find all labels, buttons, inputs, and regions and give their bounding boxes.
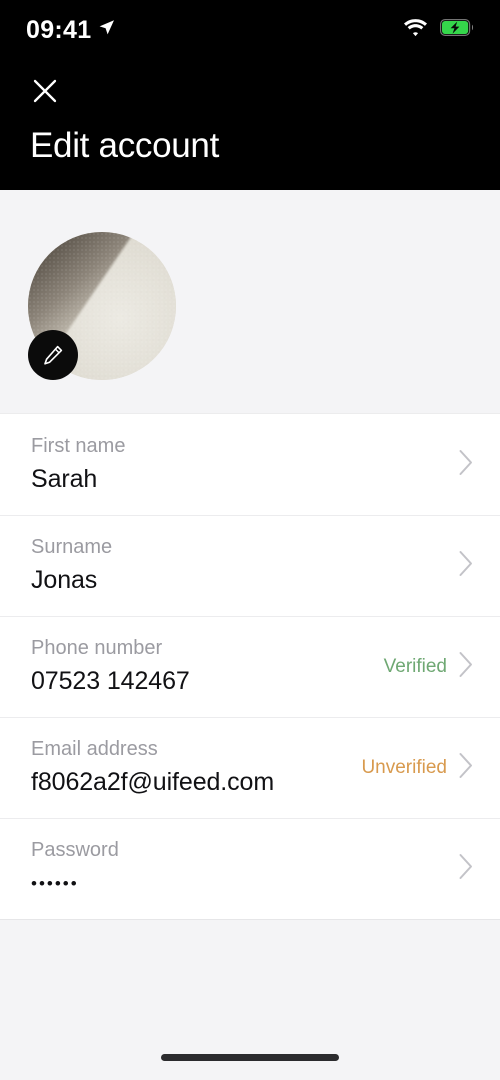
close-button[interactable] [28, 74, 62, 108]
field-row-surname[interactable]: Surname Jonas [0, 515, 500, 616]
field-row-password[interactable]: Password •••••• [0, 818, 500, 919]
account-fields-card: First name Sarah Surname Jonas Phone num… [0, 413, 500, 920]
chevron-right-icon[interactable] [458, 853, 474, 885]
status-bar-left: 09:41 [26, 16, 115, 45]
field-accessory [458, 853, 474, 885]
field-label: First name [31, 435, 126, 457]
field-label: Password [31, 839, 119, 861]
field-value-masked: •••••• [31, 874, 79, 893]
profile-section [0, 190, 500, 413]
field-accessory [458, 550, 474, 582]
status-badge-unverified: Unverified [361, 756, 447, 778]
field-row-email-address[interactable]: Email address f8062a2f@uifeed.com Unveri… [0, 717, 500, 818]
page-title: Edit account [30, 126, 220, 165]
field-text: Password •••••• [31, 839, 119, 898]
status-bar: 09:41 [0, 0, 500, 60]
chevron-right-icon[interactable] [458, 752, 474, 784]
field-text: Phone number 07523 142467 [31, 637, 190, 696]
field-accessory: Verified [384, 651, 474, 683]
close-icon [33, 79, 57, 103]
avatar-edit-button[interactable] [28, 330, 78, 380]
header: 09:41 Edit account [0, 0, 500, 190]
wifi-icon [403, 18, 428, 42]
field-label: Phone number [31, 637, 163, 659]
chevron-right-icon[interactable] [458, 651, 474, 683]
pencil-icon [44, 345, 63, 365]
avatar-wrapper [28, 232, 176, 380]
field-row-phone-number[interactable]: Phone number 07523 142467 Verified [0, 616, 500, 717]
status-bar-right [403, 18, 474, 42]
field-text: Email address f8062a2f@uifeed.com [31, 738, 274, 797]
field-text: Surname Jonas [31, 536, 112, 595]
battery-charging-icon [440, 19, 474, 41]
field-accessory: Unverified [361, 752, 474, 784]
chevron-right-icon[interactable] [458, 449, 474, 481]
field-value: Jonas [31, 566, 98, 594]
field-value: Sarah [31, 465, 98, 493]
home-indicator[interactable] [161, 1054, 339, 1061]
field-value: 07523 142467 [31, 667, 190, 695]
field-text: First name Sarah [31, 435, 125, 494]
status-badge-verified: Verified [383, 655, 447, 677]
field-accessory [458, 449, 474, 481]
status-bar-time: 09:41 [26, 15, 92, 44]
field-value: f8062a2f@uifeed.com [31, 768, 275, 796]
field-label: Email address [31, 738, 158, 760]
location-arrow-icon [98, 19, 115, 41]
field-label: Surname [31, 536, 113, 558]
phone-screen: 09:41 Edit account First name Sarah Surn… [0, 0, 500, 1080]
chevron-right-icon[interactable] [458, 550, 474, 582]
field-row-first-name[interactable]: First name Sarah [0, 414, 500, 515]
